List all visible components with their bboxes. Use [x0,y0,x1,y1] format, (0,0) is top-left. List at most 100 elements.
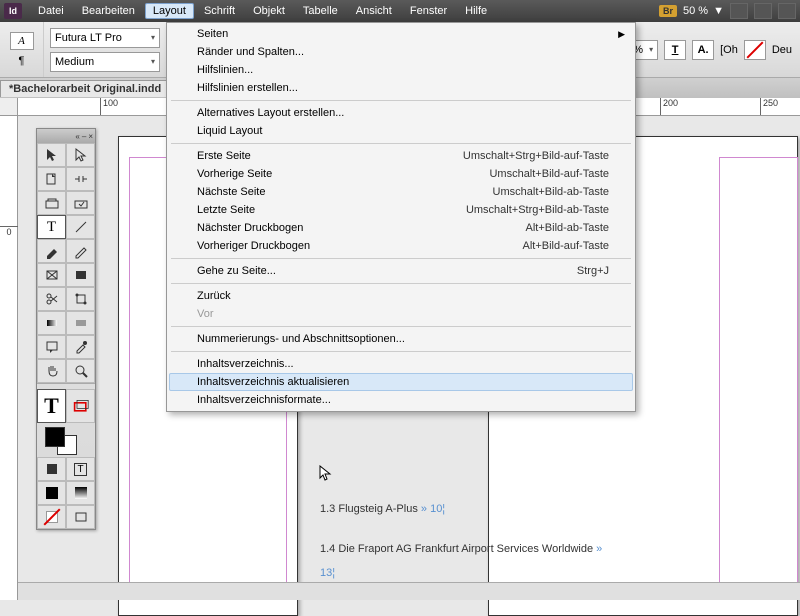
menu-item[interactable]: Erste SeiteUmschalt+Strg+Bild-auf-Taste [169,147,633,165]
paragraph-format-icon[interactable]: ¶ [10,54,34,68]
menu-item-label: Hilfslinien erstellen... [197,82,298,94]
menu-shortcut: Strg+J [577,265,609,277]
free-transform-tool[interactable] [66,287,95,311]
menu-bearbeiten[interactable]: Bearbeiten [74,3,143,19]
menu-item[interactable]: Inhaltsverzeichnisformate... [169,391,633,409]
menu-layout[interactable]: Layout [145,3,194,19]
menu-shortcut: Alt+Bild-ab-Taste [526,222,609,234]
menu-item[interactable]: Hilfslinien... [169,61,633,79]
menu-item[interactable]: Hilfslinien erstellen... [169,79,633,97]
document-text[interactable]: 13¦ [320,567,335,579]
arrange-button[interactable] [754,3,772,19]
close-icon[interactable]: × [88,132,93,141]
font-family-combo[interactable]: Futura LT Pro [50,28,160,48]
type-tool[interactable]: T [37,215,66,239]
char-style-t-icon[interactable]: T [664,40,686,60]
menu-separator [171,351,631,352]
menu-item[interactable]: Nächster DruckbogenAlt+Bild-ab-Taste [169,219,633,237]
lang-hint: [Oh [720,44,738,56]
fill-swatch[interactable] [45,427,65,447]
menu-shortcut: Alt+Bild-auf-Taste [522,240,609,252]
menu-item[interactable]: Vorheriger DruckbogenAlt+Bild-auf-Taste [169,237,633,255]
menu-objekt[interactable]: Objekt [245,3,293,19]
apply-gradient-button[interactable] [66,481,95,505]
workspace-button[interactable] [778,3,796,19]
zoom-level[interactable]: 50 % ▼ [683,5,724,17]
apply-color-button[interactable] [37,457,66,481]
menu-item-label: Ränder und Spalten... [197,46,304,58]
menu-item[interactable]: Zurück [169,287,633,305]
char-style-a-icon[interactable]: A. [692,40,714,60]
menu-item[interactable]: Liquid Layout [169,122,633,140]
rectangle-frame-tool[interactable] [37,263,66,287]
menu-item-label: Alternatives Layout erstellen... [197,107,344,119]
fill-stroke-swatches[interactable] [37,423,95,457]
character-format-icon[interactable]: A [10,32,34,50]
menu-item-label: Zurück [197,290,231,302]
menu-item[interactable]: Letzte SeiteUmschalt+Strg+Bild-ab-Taste [169,201,633,219]
ruler-tick: 200 [660,98,678,116]
menu-item-label: Gehe zu Seite... [197,265,276,277]
gradient-feather-tool[interactable] [66,311,95,335]
page-tool[interactable] [37,167,66,191]
menu-fenster[interactable]: Fenster [402,3,455,19]
pencil-tool[interactable] [66,239,95,263]
ruler-vertical[interactable]: 0 [0,116,18,600]
menu-datei[interactable]: Datei [30,3,72,19]
rectangle-tool[interactable] [66,263,95,287]
menu-item[interactable]: Ränder und Spalten... [169,43,633,61]
format-container-button[interactable] [66,389,95,423]
toolbox-header[interactable]: « – × [37,129,95,143]
apply-none-button[interactable] [37,505,66,529]
format-text-button[interactable]: T [37,389,66,423]
menu-item-label: Vorherige Seite [197,168,272,180]
menu-ansicht[interactable]: Ansicht [348,3,400,19]
zoom-tool[interactable] [66,359,95,383]
content-collector-tool[interactable] [37,191,66,215]
scissors-tool[interactable] [37,287,66,311]
note-tool[interactable] [37,335,66,359]
menu-hilfe[interactable]: Hilfe [457,3,495,19]
document-tab[interactable]: *Bachelorarbeit Original.indd [0,80,170,97]
font-weight-combo[interactable]: Medium [50,52,160,72]
ruler-tick: 250 [760,98,778,116]
hand-tool[interactable] [37,359,66,383]
menu-item[interactable]: Alternatives Layout erstellen... [169,104,633,122]
gradient-swatch-tool[interactable] [37,311,66,335]
menu-item[interactable]: Seiten▶ [169,25,633,43]
screen-mode-button[interactable] [730,3,748,19]
scrollbar-horizontal[interactable] [18,582,800,600]
minimize-icon[interactable]: – [82,132,86,141]
apply-black-button[interactable] [37,481,66,505]
fill-swatch-icon[interactable] [744,40,766,60]
app-icon: Id [4,3,22,19]
eyedropper-tool[interactable] [66,335,95,359]
menu-shortcut: Umschalt+Strg+Bild-auf-Taste [463,150,609,162]
menu-item[interactable]: Nächste SeiteUmschalt+Bild-ab-Taste [169,183,633,201]
menu-item[interactable]: Inhaltsverzeichnis... [169,355,633,373]
menu-item-label: Hilfslinien... [197,64,253,76]
collapse-icon[interactable]: « [75,132,79,141]
menu-item[interactable]: Inhaltsverzeichnis aktualisieren [169,373,633,391]
menu-item[interactable]: Gehe zu Seite... Strg+J [169,262,633,280]
gap-tool[interactable] [66,167,95,191]
menu-shortcut: Umschalt+Bild-auf-Taste [489,168,609,180]
document-text[interactable]: 1.4 Die Fraport AG Frankfurt Airport Ser… [320,543,602,555]
menu-schrift[interactable]: Schrift [196,3,243,19]
selection-tool[interactable] [37,143,66,167]
menu-separator [171,100,631,101]
menubar: DateiBearbeitenLayoutSchriftObjektTabell… [30,3,495,19]
menu-tabelle[interactable]: Tabelle [295,3,346,19]
bridge-badge[interactable]: Br [659,5,677,17]
pen-tool[interactable] [37,239,66,263]
document-text[interactable]: 1.3 Flugsteig A-Plus » 10¦ [320,503,445,515]
ruler-origin[interactable] [0,98,18,116]
menu-item[interactable]: Vorherige Seite Umschalt+Bild-auf-Taste [169,165,633,183]
apply-text-button[interactable]: T [66,457,95,481]
line-tool[interactable] [66,215,95,239]
preview-mode-button[interactable] [66,505,95,529]
content-placer-tool[interactable] [66,191,95,215]
toolbox: « – × T T T [36,128,96,530]
direct-selection-tool[interactable] [66,143,95,167]
menu-item[interactable]: Nummerierungs- und Abschnittsoptionen... [169,330,633,348]
